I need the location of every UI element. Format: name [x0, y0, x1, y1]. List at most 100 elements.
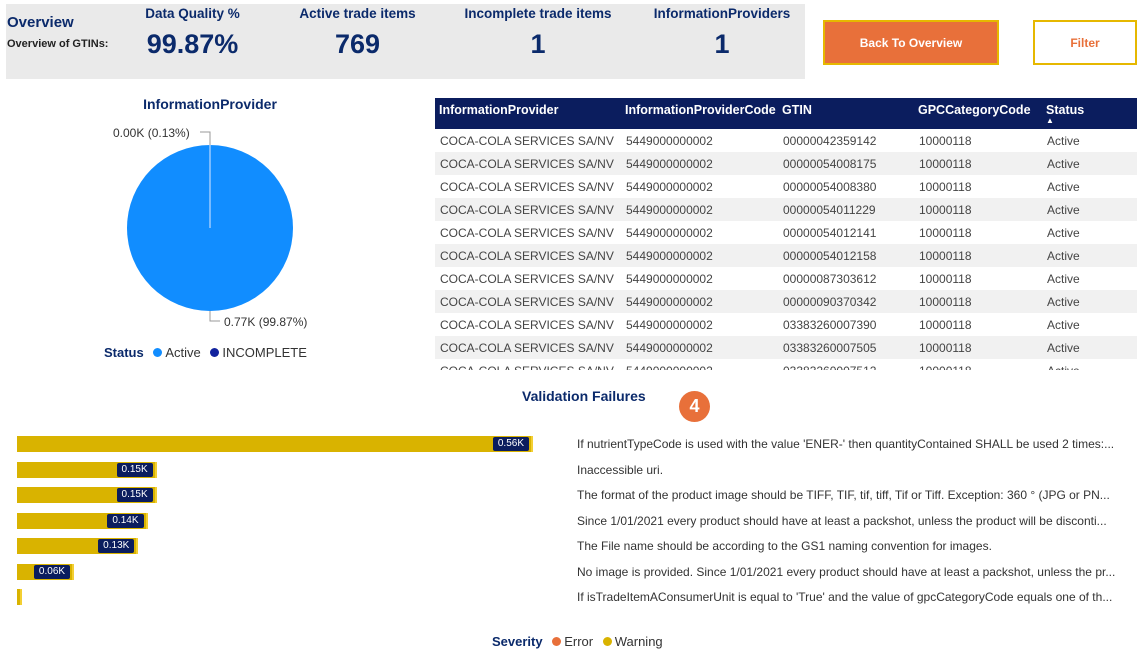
legend-title: Severity: [492, 634, 543, 649]
validation-failure-text[interactable]: If isTradeItemAConsumerUnit is equal to …: [577, 590, 1133, 604]
legend-item-incomplete[interactable]: INCOMPLETE: [222, 345, 307, 360]
table-cell: 10000118: [919, 317, 972, 332]
validation-failure-text[interactable]: Since 1/01/2021 every product should hav…: [577, 514, 1133, 528]
validation-bar-label: 0.15K: [116, 488, 153, 502]
validation-failure-text[interactable]: No image is provided. Since 1/01/2021 ev…: [577, 565, 1133, 579]
back-to-overview-button[interactable]: Back To Overview: [823, 20, 999, 65]
validation-bar-label: 0.56K: [492, 437, 529, 451]
table-cell: Active: [1042, 336, 1137, 359]
validation-bar[interactable]: 0.56K: [17, 436, 533, 452]
column-header-status[interactable]: Status ▲: [1042, 98, 1137, 129]
severity-legend: Severity Error Warning: [492, 634, 663, 649]
table-cell: 5449000000002: [626, 317, 713, 332]
validation-failure-text[interactable]: Inaccessible uri.: [577, 463, 1133, 477]
kpi-value: 1: [714, 29, 730, 59]
pie-chart[interactable]: [0, 0, 440, 380]
validation-bar[interactable]: 0.14K: [17, 512, 148, 529]
table-cell: 10000118: [919, 271, 972, 286]
pie-leader-active: [209, 311, 220, 322]
table-cell: COCA-COLA SERVICES SA/NV: [435, 290, 621, 313]
validation-bar-label: 0.14K: [107, 513, 144, 528]
table-cell: 5449000000002: [621, 244, 778, 267]
column-header-informationprovider[interactable]: InformationProvider: [435, 98, 621, 129]
validation-bar-end: [145, 512, 148, 529]
validation-bar[interactable]: 0.06K: [17, 563, 75, 580]
validation-bar-label: 0.06K: [33, 564, 71, 579]
table-row[interactable]: COCA-COLA SERVICES SA/NV 5449000000002 000…: [435, 152, 1137, 175]
column-header-informationprovidercode[interactable]: InformationProviderCode: [621, 98, 778, 129]
table-row[interactable]: COCA-COLA SERVICES SA/NV5449000000002033…: [435, 359, 1137, 371]
filter-button[interactable]: Filter: [1033, 20, 1137, 65]
column-header-gpccategorycode[interactable]: GPCCategoryCode: [914, 98, 1042, 129]
table-cell: 5449000000002: [626, 225, 713, 240]
sort-ascending-icon: ▲: [1046, 116, 1054, 125]
validation-failure-text[interactable]: If nutrientTypeCode is used with the val…: [577, 437, 1133, 451]
table-cell: Active: [1042, 152, 1137, 175]
table-cell: COCA-COLA SERVICES SA/NV: [435, 152, 621, 175]
table-cell: Active: [1042, 290, 1137, 313]
table-cell: 5449000000002: [621, 359, 778, 371]
kpi-label: InformationProviders: [653, 6, 791, 21]
table-cell: 5449000000002: [621, 198, 778, 221]
table-row[interactable]: COCA-COLA SERVICES SA/NV 5449000000002 000…: [435, 221, 1137, 244]
legend-active-dot: [153, 348, 163, 357]
table-cell: Active: [1047, 271, 1080, 286]
trade-items-table[interactable]: InformationProvider InformationProviderC…: [435, 98, 1137, 370]
validation-bar[interactable]: [17, 589, 22, 605]
table-cell: COCA-COLA SERVICES SA/NV: [440, 133, 614, 148]
table-cell: 10000118: [919, 133, 972, 148]
table-row[interactable]: COCA-COLA SERVICES SA/NV 5449000000002 033…: [435, 313, 1137, 336]
table-row[interactable]: COCA-COLA SERVICES SA/NV 5449000000002 000…: [435, 244, 1137, 267]
table-row[interactable]: COCA-COLA SERVICES SA/NV 5449000000002 000…: [435, 290, 1137, 313]
validation-bar[interactable]: 0.15K: [17, 461, 157, 478]
status-header-label: Status: [1046, 103, 1085, 117]
validation-failure-text[interactable]: The format of the product image should b…: [577, 488, 1133, 502]
table-cell: 5449000000002: [626, 133, 713, 148]
validation-bar[interactable]: 0.15K: [17, 487, 157, 503]
table-row[interactable]: COCA-COLA SERVICES SA/NV 5449000000002 000…: [435, 198, 1137, 221]
table-cell: Active: [1047, 225, 1080, 240]
validation-failure-text[interactable]: The File name should be according to the…: [577, 539, 1133, 553]
kpi-incomplete-trade-items: Incomplete trade items 1: [453, 6, 623, 60]
table-row[interactable]: COCA-COLA SERVICES SA/NV5449000000002033…: [435, 336, 1137, 359]
table-cell: 10000118: [919, 179, 972, 194]
kpi-information-providers: InformationProviders 1: [642, 6, 802, 60]
table-cell: Active: [1047, 133, 1080, 148]
validation-bar-end: [154, 487, 157, 503]
table-cell: 5449000000002: [626, 271, 713, 286]
table-cell: COCA-COLA SERVICES SA/NV: [440, 317, 614, 332]
validation-bar[interactable]: 0.13K: [17, 538, 139, 554]
table-cell: Active: [1042, 198, 1137, 221]
table-row[interactable]: COCA-COLA SERVICES SA/NV 5449000000002 000…: [435, 175, 1137, 198]
table-row[interactable]: COCA-COLA SERVICES SA/NV 5449000000002 000…: [435, 267, 1137, 290]
table-cell: 03383260007390: [783, 317, 877, 332]
table-row[interactable]: COCA-COLA SERVICES SA/NV 5449000000002 000…: [435, 129, 1137, 152]
validation-bar-end: [72, 563, 75, 580]
validation-bar-label: 0.13K: [98, 539, 135, 553]
table-cell: 10000118: [914, 198, 1042, 221]
table-cell: COCA-COLA SERVICES SA/NV: [440, 179, 614, 194]
validation-failures-title: Validation Failures: [522, 388, 646, 404]
kpi-label: Incomplete trade items: [464, 6, 612, 21]
table-cell: Active: [1047, 179, 1080, 194]
validation-bar-label: 0.15K: [116, 462, 153, 477]
table-cell: 10000118: [914, 359, 1042, 371]
legend-item-error[interactable]: Error: [564, 634, 593, 649]
column-header-gtin[interactable]: GTIN: [778, 98, 914, 129]
table-cell: 00000087303612: [783, 271, 877, 286]
pie-label-active: 0.77K (99.87%): [224, 315, 308, 329]
table-cell: 10000118: [914, 290, 1042, 313]
table-cell: 00000090370342: [778, 290, 914, 313]
step-number-badge: 4: [679, 391, 710, 422]
table-cell: 10000118: [914, 244, 1042, 267]
table-cell: 00000054012141: [783, 225, 877, 240]
legend-item-warning[interactable]: Warning: [615, 634, 663, 649]
legend-item-active[interactable]: Active: [165, 345, 200, 360]
table-cell: 10000118: [914, 336, 1042, 359]
table-cell: 10000118: [919, 225, 972, 240]
table-cell: COCA-COLA SERVICES SA/NV: [435, 359, 621, 371]
table-cell: 00000054008175: [778, 152, 914, 175]
table-cell: 00000054008380: [783, 179, 877, 194]
table-cell: Active: [1047, 317, 1080, 332]
legend-warning-dot: [602, 637, 612, 646]
